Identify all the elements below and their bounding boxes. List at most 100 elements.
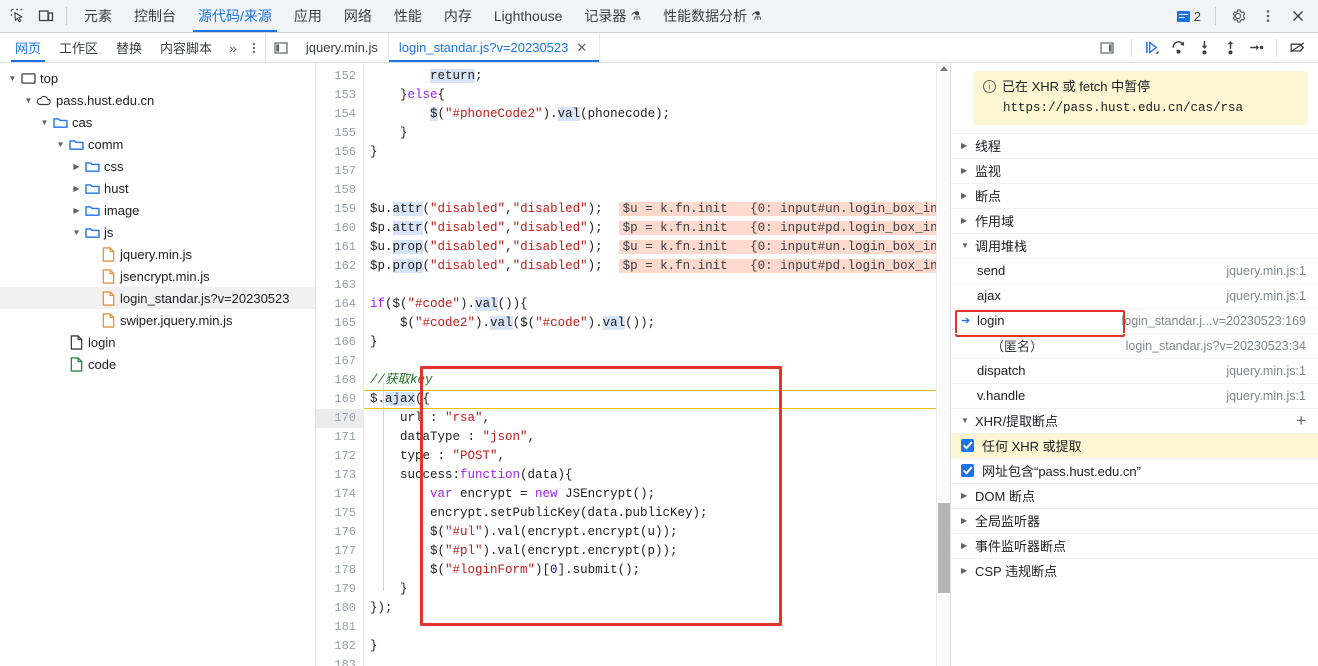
line-number[interactable]: 183 [316,656,363,666]
close-icon[interactable] [1284,3,1312,29]
chevron-right-icon[interactable] [70,206,83,215]
show-navigator-icon[interactable] [266,33,296,62]
resume-script-execution-button[interactable] [1139,36,1165,60]
step-over-next-call-button[interactable] [1165,36,1191,60]
line-number[interactable]: 176 [316,523,363,542]
tab-memory[interactable]: 内存 [433,0,483,32]
tab-application[interactable]: 应用 [283,0,333,32]
file-tab-login-standar[interactable]: login_standar.js?v=20230523 ✕ [388,33,601,62]
call-stack-row[interactable]: ➔ login login_standar.j...v=20230523:169 [951,307,1318,337]
line-number[interactable]: 174 [316,485,363,504]
line-number[interactable]: 153 [316,86,363,105]
tab-performance[interactable]: 性能 [383,0,433,32]
scroll-up-arrow-icon[interactable] [940,66,948,71]
line-number[interactable]: 178 [316,561,363,580]
code-line[interactable]: } [364,143,950,162]
line-number[interactable]: 179 [316,580,363,599]
call-stack-row[interactable]: v.handle jquery.min.js:1 [951,382,1318,408]
code-line[interactable]: } [364,637,950,656]
line-number[interactable]: 163 [316,276,363,295]
line-number[interactable]: 171 [316,428,363,447]
checkbox-checked-icon[interactable] [961,439,974,453]
tree-item-login-standar-js-v-20230523[interactable]: login_standar.js?v=20230523 [0,287,315,309]
code-line[interactable]: $.ajax({ [364,390,950,409]
line-number-gutter[interactable]: 152 153 154 155 156 157 158 159 160 161 162 163 164 1… [316,63,364,666]
call-stack-row[interactable]: ajax jquery.min.js:1 [951,282,1318,308]
line-number[interactable]: 166 [316,333,363,352]
add-xhr-breakpoint-icon[interactable]: + [1296,412,1318,429]
section-xhr-breakpoints[interactable]: XHR/提取断点 + [951,407,1318,433]
line-number[interactable]: 158 [316,181,363,200]
code-line[interactable]: $("#ul").val(encrypt.encrypt(u)); [364,523,950,542]
line-number[interactable]: 172 [316,447,363,466]
line-number[interactable]: 152 [316,67,363,86]
more-tabs-icon[interactable]: » [221,40,243,56]
nav-tab-overrides[interactable]: 替换 [107,33,151,62]
inspect-cursor-icon[interactable] [4,3,32,29]
tree-item-swiper-jquery-min-js[interactable]: swiper.jquery.min.js [0,309,315,331]
tab-lighthouse[interactable]: Lighthouse [483,0,574,32]
line-number[interactable]: 175 [316,504,363,523]
tree-item-comm[interactable]: comm [0,133,315,155]
code-line[interactable]: var encrypt = new JSEncrypt(); [364,485,950,504]
code-line[interactable]: } [364,333,950,352]
close-icon[interactable]: ✕ [574,40,589,55]
code-line[interactable]: url : "rsa", [364,409,950,428]
call-stack-row[interactable]: （匿名） login_standar.js?v=20230523:34 [951,332,1318,358]
device-toolbar-icon[interactable] [32,3,60,29]
code-line[interactable]: success:function(data){ [364,466,950,485]
tab-sources[interactable]: 源代码/来源 [187,0,283,32]
deactivate-breakpoints-button[interactable] [1284,36,1310,60]
code-line[interactable] [364,162,950,181]
line-number[interactable]: 173 [316,466,363,485]
line-number[interactable]: 164 [316,295,363,314]
code-line[interactable] [364,352,950,371]
tree-item-pass-hust-edu-cn[interactable]: pass.hust.edu.cn [0,89,315,111]
line-number[interactable]: 161 [316,238,363,257]
tab-recorder[interactable]: 记录器 ⚗ [573,0,652,32]
code-line[interactable]: }else{ [364,86,950,105]
code-line[interactable]: $("#phoneCode2").val(phonecode); [364,105,950,124]
line-number[interactable]: 162 [316,257,363,276]
line-number[interactable]: 165 [316,314,363,333]
code-line[interactable]: }); [364,599,950,618]
code-line[interactable]: $u.attr("disabled","disabled"); $u = k.fn… [364,200,950,219]
line-number[interactable]: 169 [316,390,363,409]
line-number[interactable]: 159 [316,200,363,219]
nav-tab-page[interactable]: 网页 [6,33,50,62]
section-threads[interactable]: 线程 [951,132,1318,158]
xhr-breakpoint-row[interactable]: 任何 XHR 或提取 [951,432,1318,458]
code-content[interactable]: return; }else{ $("#phoneCode2").val(phon… [364,63,950,666]
tree-item-image[interactable]: image [0,199,315,221]
code-line[interactable]: $u.prop("disabled","disabled"); $u = k.fn… [364,238,950,257]
code-line[interactable] [364,181,950,200]
chevron-down-icon[interactable] [54,140,67,149]
code-line[interactable] [364,276,950,295]
scrollbar-thumb[interactable] [938,503,950,593]
chevron-down-icon[interactable] [6,74,19,83]
code-line[interactable]: $("#code2").val($("#code").val()); [364,314,950,333]
chevron-down-icon[interactable] [38,118,51,127]
step-into-next-call-button[interactable] [1191,36,1217,60]
tab-elements[interactable]: 元素 [73,0,123,32]
line-number[interactable]: 182 [316,637,363,656]
line-number[interactable]: 155 [316,124,363,143]
tree-item-js[interactable]: js [0,221,315,243]
line-number[interactable]: 181 [316,618,363,637]
step-button[interactable] [1243,36,1269,60]
line-number[interactable]: 157 [316,162,363,181]
line-number[interactable]: 167 [316,352,363,371]
checkbox-checked-icon[interactable] [961,464,974,478]
tree-item-jquery-min-js[interactable]: jquery.min.js [0,243,315,265]
code-line[interactable]: dataType : "json", [364,428,950,447]
tree-item-login[interactable]: login [0,331,315,353]
section-scope[interactable]: 作用域 [951,207,1318,233]
chevron-down-icon[interactable] [22,96,35,105]
line-number[interactable]: 154 [316,105,363,124]
section-breakpoints[interactable]: 断点 [951,182,1318,208]
navigator-more-options-icon[interactable] [243,41,265,55]
code-line[interactable]: //获取key [364,371,950,390]
code-line[interactable]: encrypt.setPublicKey(data.publicKey); [364,504,950,523]
chevron-right-icon[interactable] [70,162,83,171]
section-watch[interactable]: 监视 [951,157,1318,183]
